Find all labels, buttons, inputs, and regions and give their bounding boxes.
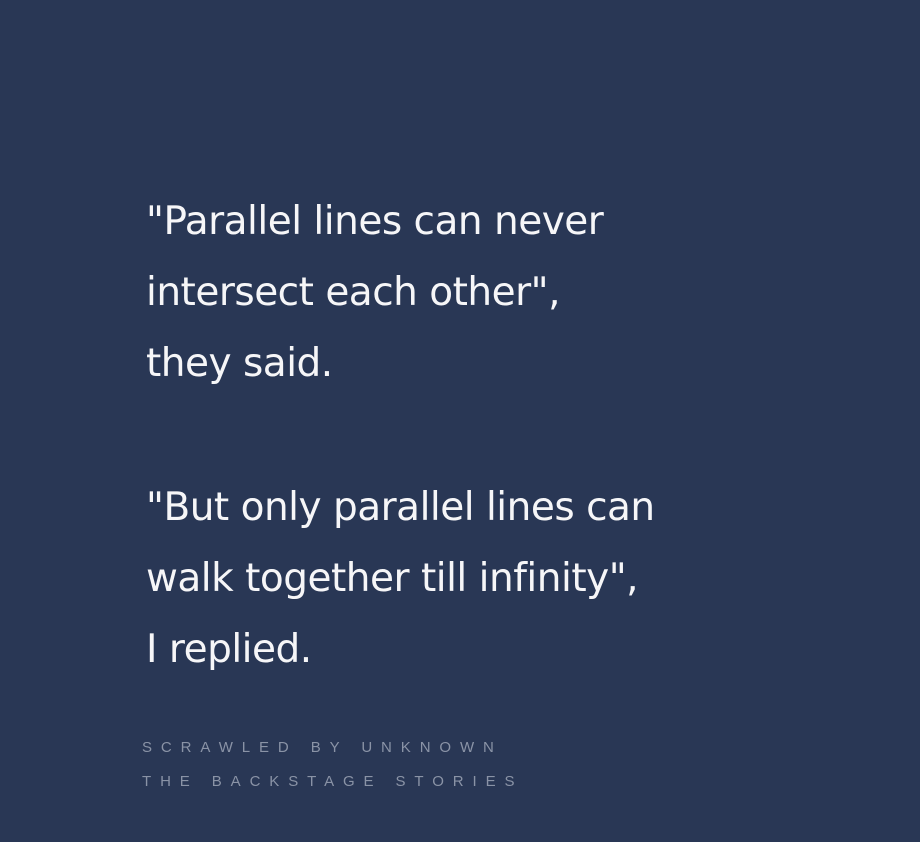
credits: SCRAWLED BY UNKNOWN THE BACKSTAGE STORIE… xyxy=(142,731,523,799)
quote-line: "But only parallel lines can xyxy=(146,485,655,530)
quote-line: they said. xyxy=(146,341,333,386)
quote-text: "Parallel lines can never intersect each… xyxy=(146,186,906,685)
source-credit: THE BACKSTAGE STORIES xyxy=(142,773,524,790)
quote-stanza-replied: "But only parallel lines can walk togeth… xyxy=(146,472,906,685)
author-credit: SCRAWLED BY UNKNOWN xyxy=(142,739,503,756)
quote-line: I replied. xyxy=(146,627,312,672)
quote-line: walk together till infinity", xyxy=(146,556,639,601)
quote-line: "Parallel lines can never xyxy=(146,199,604,244)
quote-line: intersect each other", xyxy=(146,270,561,315)
quote-stanza-said: "Parallel lines can never intersect each… xyxy=(146,186,906,399)
